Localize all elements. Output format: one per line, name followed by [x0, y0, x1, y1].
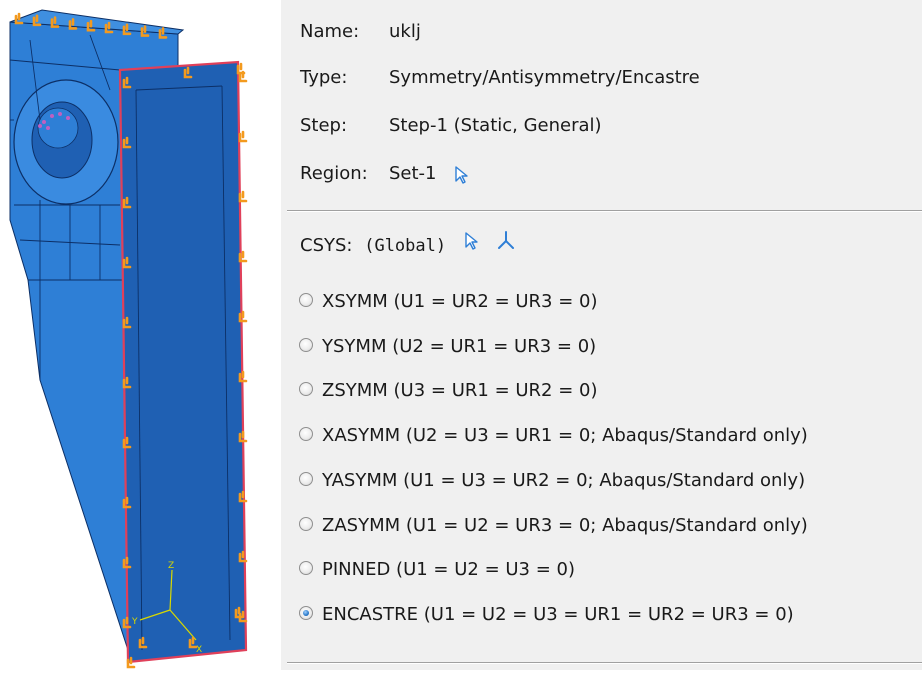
arrow-cursor-icon[interactable] — [464, 232, 480, 257]
radio-option-pinned[interactable]: PINNED (U1 = U2 = U3 = 0) — [299, 557, 575, 583]
radio-option-ysymm[interactable]: YSYMM (U2 = UR1 = UR3 = 0) — [299, 334, 596, 360]
part-model: Z Y X — [9, 9, 248, 669]
radio-button[interactable] — [299, 382, 313, 396]
arrow-cursor-icon[interactable] — [454, 166, 470, 191]
encastre-marker — [238, 310, 248, 323]
radio-button[interactable] — [299, 293, 313, 307]
radio-label: YSYMM (U2 = UR1 = UR3 = 0) — [322, 336, 597, 357]
section-divider-bottom — [287, 662, 922, 664]
radio-option-xasymm[interactable]: XASYMM (U2 = U3 = UR1 = 0; Abaqus/Standa… — [299, 423, 808, 449]
encastre-marker — [238, 250, 248, 263]
radio-label: ZASYMM (U1 = U2 = UR3 = 0; Abaqus/Standa… — [322, 515, 808, 536]
encastre-marker — [238, 190, 248, 203]
triad-z-label: Z — [168, 561, 174, 571]
csys-triad-icon[interactable] — [496, 230, 516, 257]
radio-button[interactable] — [299, 427, 313, 441]
radio-button[interactable] — [299, 606, 313, 620]
radio-label: YASYMM (U1 = U3 = UR2 = 0; Abaqus/Standa… — [322, 470, 806, 491]
name-row: Name: uklj — [300, 20, 421, 44]
region-row: Region: Set-1 — [300, 162, 468, 186]
radio-label: ENCASTRE (U1 = U2 = U3 = UR1 = UR2 = UR3… — [322, 604, 794, 625]
radio-label: ZSYMM (U3 = UR1 = UR2 = 0) — [322, 380, 598, 401]
radio-label: XSYMM (U1 = UR2 = UR3 = 0) — [322, 291, 598, 312]
name-label: Name: — [300, 21, 360, 42]
radio-option-yasymm[interactable]: YASYMM (U1 = U3 = UR2 = 0; Abaqus/Standa… — [299, 468, 805, 494]
radio-option-zasymm[interactable]: ZASYMM (U1 = U2 = UR3 = 0; Abaqus/Standa… — [299, 513, 808, 539]
radio-label: XASYMM (U2 = U3 = UR1 = 0; Abaqus/Standa… — [322, 425, 808, 446]
csys-row: CSYS: (Global) — [300, 230, 516, 259]
type-label: Type: — [300, 67, 348, 88]
triad-y-label: Y — [131, 617, 138, 627]
radio-button[interactable] — [299, 561, 313, 575]
radio-button[interactable] — [299, 472, 313, 486]
radio-label: PINNED (U1 = U2 = U3 = 0) — [322, 559, 576, 580]
region-value: Set-1 — [389, 163, 437, 184]
type-value: Symmetry/Antisymmetry/Encastre — [389, 67, 700, 88]
type-row: Type: Symmetry/Antisymmetry/Encastre — [300, 66, 700, 90]
csys-label: CSYS: — [300, 234, 353, 256]
step-label: Step: — [300, 115, 348, 136]
step-row: Step: Step-1 (Static, General) — [300, 114, 602, 138]
section-divider-top — [287, 210, 922, 212]
step-value: Step-1 (Static, General) — [389, 115, 602, 136]
csys-value: (Global) — [364, 235, 447, 256]
radio-option-zsymm[interactable]: ZSYMM (U3 = UR1 = UR2 = 0) — [299, 378, 598, 404]
name-value: uklj — [389, 21, 421, 42]
radio-button[interactable] — [299, 517, 313, 531]
radio-option-xsymm[interactable]: XSYMM (U1 = UR2 = UR3 = 0) — [299, 289, 598, 315]
radio-option-encastre[interactable]: ENCASTRE (U1 = U2 = U3 = UR1 = UR2 = UR3… — [299, 602, 794, 628]
region-label: Region: — [300, 163, 368, 184]
model-viewport[interactable]: Z Y X — [0, 0, 290, 670]
edit-boundary-condition-panel: Name: uklj Type: Symmetry/Antisymmetry/E… — [281, 0, 922, 670]
encastre-marker — [238, 130, 248, 143]
radio-button[interactable] — [299, 338, 313, 352]
